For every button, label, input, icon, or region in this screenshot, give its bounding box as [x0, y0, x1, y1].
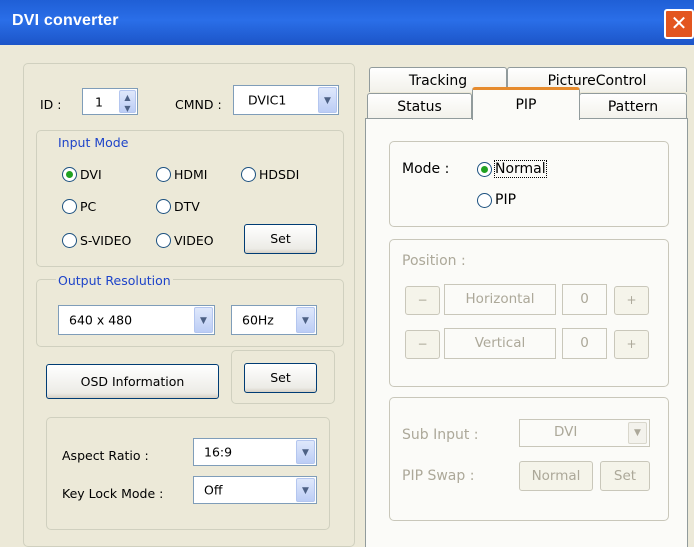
output-set-button[interactable]: Set — [244, 363, 317, 393]
position-label: Position : — [402, 253, 466, 269]
resolution-select[interactable]: 640 x 480 ▼ — [58, 305, 215, 335]
radio-video[interactable] — [156, 233, 171, 248]
vertical-plus-button[interactable]: + — [614, 330, 649, 359]
radio-hdsdi[interactable] — [241, 167, 256, 182]
input-mode-set-button[interactable]: Set — [244, 224, 317, 254]
sub-input-value: DVI — [554, 424, 578, 440]
chevron-down-icon[interactable]: ▼ — [318, 87, 337, 113]
radio-mode-pip[interactable] — [477, 193, 492, 208]
spinner-arrows-icon[interactable]: ▲ ▼ — [119, 90, 136, 113]
id-spinner[interactable]: 1 ▲ ▼ — [82, 88, 138, 115]
radio-pc-label: PC — [80, 199, 97, 214]
close-icon: ✕ — [670, 11, 688, 35]
vertical-field[interactable]: Vertical — [444, 328, 556, 359]
id-label: ID : — [40, 97, 62, 112]
horizontal-plus-button[interactable]: + — [614, 286, 649, 315]
key-lock-label: Key Lock Mode : — [62, 486, 164, 501]
tab-status[interactable]: Status — [367, 93, 472, 119]
radio-pc[interactable] — [62, 199, 77, 214]
pip-swap-label: PIP Swap : — [402, 468, 475, 484]
radio-dvi-label: DVI — [80, 167, 102, 182]
aspect-ratio-value: 16:9 — [204, 444, 233, 460]
chevron-down-icon[interactable]: ▼ — [296, 440, 315, 464]
title-bar: DVI converter ✕ — [0, 0, 694, 45]
window-title: DVI converter — [12, 12, 119, 29]
tab-pattern[interactable]: Pattern — [579, 93, 687, 119]
chevron-down-icon[interactable]: ▼ — [296, 307, 315, 333]
radio-dtv[interactable] — [156, 199, 171, 214]
chevron-down-icon[interactable]: ▼ — [296, 478, 315, 502]
radio-s-video[interactable] — [62, 233, 77, 248]
radio-hdmi-label: HDMI — [174, 167, 208, 182]
key-lock-value: Off — [204, 482, 223, 498]
aspect-ratio-label: Aspect Ratio : — [62, 448, 149, 463]
horizontal-value[interactable]: 0 — [562, 284, 607, 315]
chevron-down-icon[interactable]: ▼ — [628, 422, 647, 444]
vertical-value[interactable]: 0 — [562, 328, 607, 359]
window-client: ID : 1 ▲ ▼ CMND : DVIC1 ▼ Input Mode DVI … — [0, 45, 694, 547]
radio-dvi[interactable] — [62, 167, 77, 182]
chevron-down-icon[interactable]: ▼ — [194, 307, 213, 333]
sub-input-label: Sub Input : — [402, 427, 479, 443]
mode-label: Mode : — [402, 161, 450, 177]
horizontal-minus-button[interactable]: − — [405, 286, 440, 315]
key-lock-select[interactable]: Off ▼ — [193, 476, 317, 504]
swap-normal-button[interactable]: Normal — [519, 461, 593, 491]
osd-information-button[interactable]: OSD Information — [46, 364, 219, 399]
horizontal-field[interactable]: Horizontal — [444, 284, 556, 315]
swap-set-button[interactable]: Set — [600, 461, 650, 491]
output-resolution-title: Output Resolution — [56, 273, 173, 288]
mode-group — [389, 141, 669, 227]
sub-input-select[interactable]: DVI ▼ — [519, 419, 650, 447]
sub-input-group — [389, 397, 669, 521]
tab-pip[interactable]: PIP — [472, 87, 580, 120]
cmnd-value: DVIC1 — [248, 92, 287, 108]
radio-dtv-label: DTV — [174, 199, 200, 214]
radio-mode-pip-label: PIP — [495, 192, 517, 208]
radio-hdmi[interactable] — [156, 167, 171, 182]
radio-s-video-label: S-VIDEO — [80, 233, 132, 248]
radio-mode-normal-label: Normal — [494, 160, 547, 178]
radio-mode-normal[interactable] — [477, 162, 492, 177]
refresh-value: 60Hz — [242, 312, 274, 328]
aspect-keylock-group — [46, 417, 330, 530]
id-value: 1 — [95, 94, 103, 109]
cmnd-label: CMND : — [175, 97, 222, 112]
refresh-select[interactable]: 60Hz ▼ — [231, 305, 317, 335]
radio-video-label: VIDEO — [174, 233, 214, 248]
resolution-value: 640 x 480 — [69, 312, 133, 328]
aspect-ratio-select[interactable]: 16:9 ▼ — [193, 438, 317, 466]
close-button[interactable]: ✕ — [664, 9, 694, 39]
vertical-minus-button[interactable]: − — [405, 330, 440, 359]
radio-hdsdi-label: HDSDI — [259, 167, 300, 182]
cmnd-select[interactable]: DVIC1 ▼ — [233, 85, 339, 115]
input-mode-title: Input Mode — [56, 135, 131, 150]
